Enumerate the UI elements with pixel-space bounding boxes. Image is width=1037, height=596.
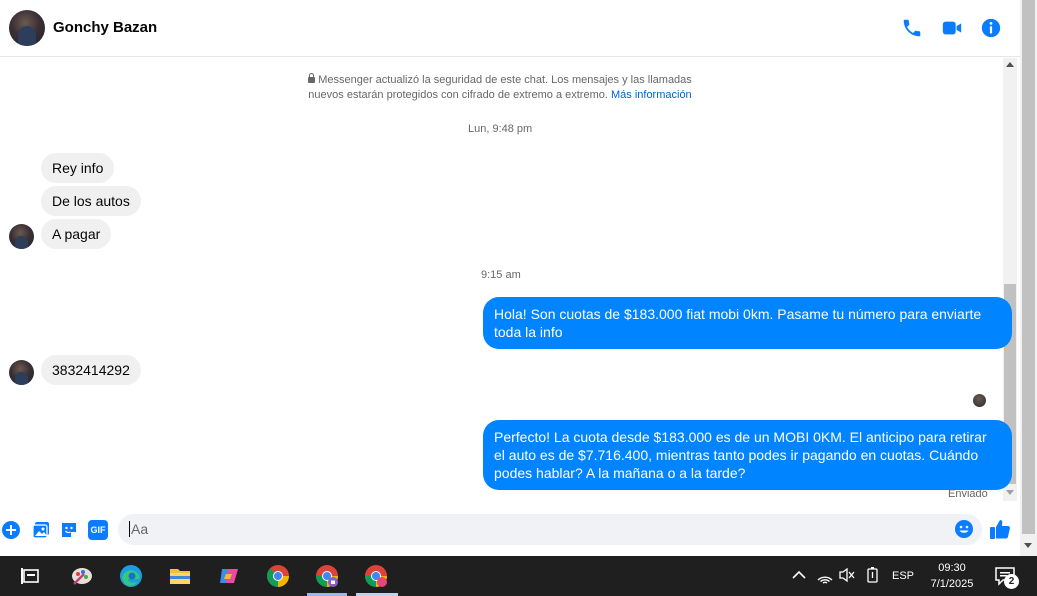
- emoji-icon[interactable]: [954, 519, 974, 539]
- contact-avatar[interactable]: [9, 10, 45, 46]
- system-clock[interactable]: 09:30 7/1/2025: [920, 560, 984, 592]
- info-icon[interactable]: [980, 17, 1002, 39]
- windows-taskbar: ESP 09:30 7/1/2025: [0, 556, 1037, 596]
- more-info-link[interactable]: Más información: [611, 89, 692, 101]
- clock-time: 09:30: [938, 562, 966, 574]
- notification-count-badge: 2: [1004, 574, 1019, 589]
- clock-date: 7/1/2025: [930, 578, 974, 590]
- message-incoming[interactable]: A pagar: [41, 219, 112, 249]
- edge-browser-icon[interactable]: [119, 564, 143, 588]
- encryption-notice: Messenger actualizó la seguridad de este…: [250, 73, 750, 103]
- sender-avatar[interactable]: [9, 224, 34, 249]
- sent-status: Enviado: [948, 488, 988, 500]
- like-thumb-icon[interactable]: [989, 518, 1011, 540]
- volume-muted-icon[interactable]: [838, 566, 856, 584]
- window-scroll-down-arrow[interactable]: [1024, 543, 1032, 548]
- chat-header: Gonchy Bazan: [0, 0, 1020, 57]
- gif-icon[interactable]: GIF: [88, 520, 108, 540]
- file-explorer-icon[interactable]: [168, 564, 192, 588]
- task-view-icon[interactable]: [19, 564, 43, 588]
- chat-scroll-up-arrow[interactable]: [1006, 62, 1014, 67]
- message-input-placeholder: Aa: [131, 521, 149, 537]
- lock-icon: [308, 73, 316, 83]
- encryption-notice-line1: Messenger actualizó la seguridad de este…: [318, 74, 692, 86]
- encryption-notice-line2: nuevos estarán protegidos con cifrado de…: [308, 89, 608, 101]
- photo-gallery-icon[interactable]: [31, 520, 51, 540]
- chevron-up-icon[interactable]: [790, 566, 808, 584]
- chat-scroll-down-arrow[interactable]: [1006, 490, 1014, 495]
- plus-icon[interactable]: [1, 520, 21, 540]
- message-incoming[interactable]: De los autos: [41, 186, 141, 216]
- copilot-icon[interactable]: [217, 564, 241, 588]
- wifi-icon[interactable]: [816, 566, 834, 584]
- window-scrollbar-thumb[interactable]: [1022, 0, 1035, 534]
- seen-indicator-avatar: [973, 394, 986, 407]
- battery-plug-icon[interactable]: [864, 566, 882, 584]
- message-incoming[interactable]: Rey info: [41, 153, 115, 183]
- input-language[interactable]: ESP: [892, 570, 914, 582]
- message-incoming[interactable]: 3832414292: [41, 355, 141, 385]
- message-outgoing[interactable]: Hola! Son cuotas de $183.000 fiat mobi 0…: [483, 297, 1012, 349]
- chrome-icon[interactable]: [266, 564, 290, 588]
- contact-name[interactable]: Gonchy Bazan: [53, 19, 157, 36]
- sticker-icon[interactable]: [59, 520, 79, 540]
- paint-app-icon[interactable]: [70, 564, 94, 588]
- message-outgoing[interactable]: Perfecto! La cuota desde $183.000 es de …: [483, 420, 1012, 490]
- message-composer: GIF Aa: [0, 512, 1020, 546]
- messenger-window: Gonchy Bazan Messenger actualizó la segu…: [0, 0, 1037, 596]
- video-call-icon[interactable]: [941, 17, 963, 39]
- sender-avatar[interactable]: [9, 360, 34, 385]
- chrome-profile-active-icon[interactable]: [364, 564, 388, 588]
- timestamp: 9:15 am: [481, 269, 521, 281]
- timestamp: Lun, 9:48 pm: [468, 123, 533, 135]
- chrome-profile-icon[interactable]: [315, 564, 339, 588]
- message-input[interactable]: Aa: [118, 514, 982, 545]
- text-caret: [129, 521, 130, 537]
- phone-call-icon[interactable]: [901, 17, 923, 39]
